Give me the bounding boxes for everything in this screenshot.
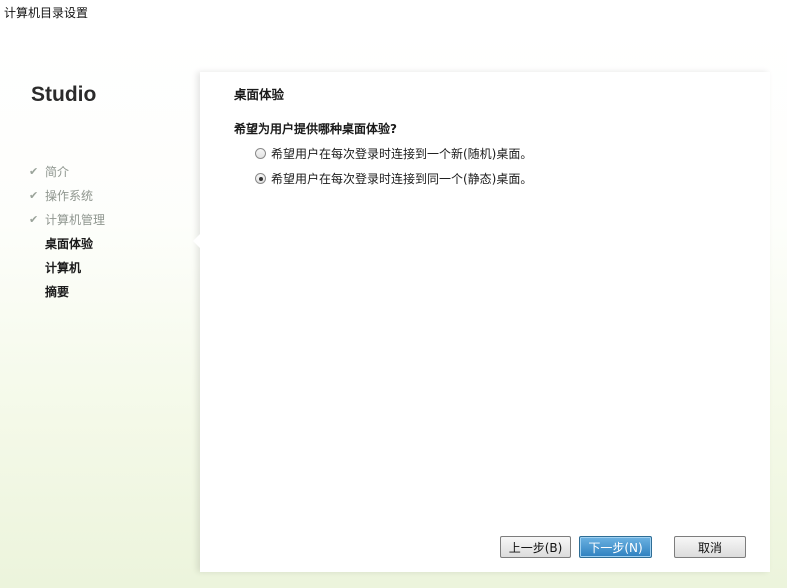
option-label[interactable]: 希望用户在每次登录时连接到一个新(随机)桌面。 <box>271 145 532 162</box>
step-label: 操作系统 <box>45 189 94 203</box>
cancel-button[interactable]: 取消 <box>674 536 746 558</box>
step-machines: 计算机 <box>29 256 105 280</box>
window-title: 计算机目录设置 <box>4 6 89 20</box>
step-os: ✔ 操作系统 <box>29 184 105 208</box>
wizard-sidebar: Studio ✔ 简介 ✔ 操作系统 ✔ 计算机管理 桌面体验 计算机 摘要 <box>0 27 199 588</box>
page-title: 桌面体验 <box>234 87 285 102</box>
step-label: 简介 <box>45 165 70 179</box>
option-static-desktop[interactable]: 希望用户在每次登录时连接到同一个(静态)桌面。 <box>255 170 532 187</box>
radio-button[interactable] <box>255 148 266 159</box>
check-icon: ✔ <box>29 165 39 178</box>
current-step-pointer <box>193 234 200 248</box>
option-random-desktop[interactable]: 希望用户在每次登录时连接到一个新(随机)桌面。 <box>255 145 532 162</box>
step-label: 摘要 <box>45 285 70 299</box>
window-titlebar: 计算机目录设置 <box>0 0 787 27</box>
step-desktop-experience: 桌面体验 <box>29 232 105 256</box>
check-icon: ✔ <box>29 213 39 226</box>
step-label: 计算机 <box>45 261 82 275</box>
wizard-frame: Studio ✔ 简介 ✔ 操作系统 ✔ 计算机管理 桌面体验 计算机 摘要 桌… <box>0 27 787 588</box>
back-button[interactable]: 上一步(B) <box>500 536 571 558</box>
question-label: 希望为用户提供哪种桌面体验? <box>234 122 397 136</box>
step-label: 桌面体验 <box>45 237 94 251</box>
next-button[interactable]: 下一步(N) <box>579 536 652 558</box>
step-list: ✔ 简介 ✔ 操作系统 ✔ 计算机管理 桌面体验 计算机 摘要 <box>29 160 105 304</box>
step-intro: ✔ 简介 <box>29 160 105 184</box>
check-icon: ✔ <box>29 189 39 202</box>
step-label: 计算机管理 <box>45 213 106 227</box>
brand-title: Studio <box>31 83 97 106</box>
option-label[interactable]: 希望用户在每次登录时连接到同一个(静态)桌面。 <box>271 170 532 187</box>
radio-button[interactable] <box>255 173 266 184</box>
step-summary: 摘要 <box>29 280 105 304</box>
step-machine-management: ✔ 计算机管理 <box>29 208 105 232</box>
content-panel: 桌面体验 希望为用户提供哪种桌面体验? 希望用户在每次登录时连接到一个新(随机)… <box>200 72 770 572</box>
